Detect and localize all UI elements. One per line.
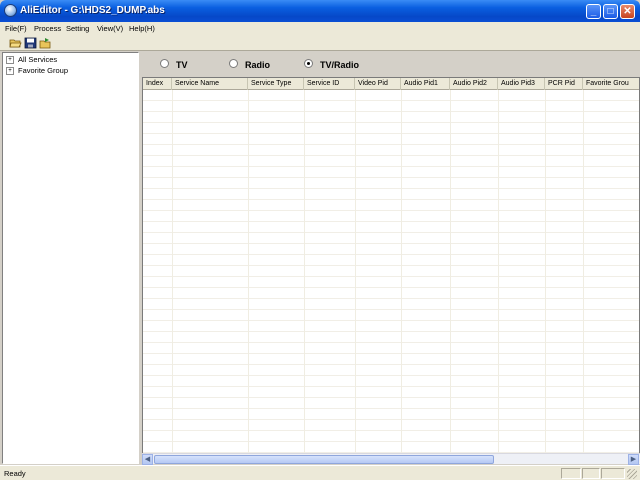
column-header-audio-pid1[interactable]: Audio Pid1 <box>401 78 450 90</box>
service-list[interactable]: Index Service Name Service Type Service … <box>142 77 640 454</box>
radio-unselected-icon <box>160 59 169 68</box>
expand-icon[interactable]: + <box>6 67 14 75</box>
menu-bar: File(F) Process Setting View(V) Help(H) <box>0 22 640 35</box>
grid-line <box>172 90 173 453</box>
column-header-service-type[interactable]: Service Type <box>248 78 304 90</box>
column-header-audio-pid2[interactable]: Audio Pid2 <box>450 78 498 90</box>
column-header-favorite-group[interactable]: Favorite Grou <box>583 78 639 90</box>
toolbar <box>0 35 640 51</box>
column-header-audio-pid3[interactable]: Audio Pid3 <box>498 78 545 90</box>
list-body[interactable] <box>143 90 639 453</box>
service-filter-group <box>142 52 640 77</box>
radio-tv-label: TV <box>176 60 188 70</box>
arrow-right-icon: ▶ <box>630 456 637 463</box>
menu-process[interactable]: Process <box>34 22 61 35</box>
radio-selected-icon <box>304 59 313 68</box>
tree-node-label: Favorite Group <box>18 66 69 75</box>
expand-icon[interactable]: + <box>6 56 14 64</box>
status-panel <box>561 468 581 479</box>
window-title: AliEditor - G:\HDS2_DUMP.abs <box>20 5 165 16</box>
horizontal-scrollbar[interactable]: ◀ ▶ <box>142 453 640 465</box>
grid-line <box>355 90 356 453</box>
tree-node-label: All Services <box>18 55 58 64</box>
close-button[interactable]: ✕ <box>620 4 635 19</box>
resize-grip-icon[interactable] <box>627 469 637 479</box>
column-header-index[interactable]: Index <box>143 78 172 90</box>
scrollbar-thumb[interactable] <box>154 455 494 464</box>
column-header-service-id[interactable]: Service ID <box>304 78 355 90</box>
menu-help[interactable]: Help(H) <box>129 22 155 35</box>
app-icon <box>4 4 17 17</box>
radio-tv-radio[interactable]: TV/Radio <box>304 59 359 71</box>
status-panel <box>601 468 625 479</box>
list-header: Index Service Name Service Type Service … <box>143 78 639 90</box>
arrow-left-icon: ◀ <box>144 456 151 463</box>
grid-line <box>583 90 584 453</box>
menu-view[interactable]: View(V) <box>97 22 123 35</box>
tree-node-favorite-group[interactable]: + Favorite Group <box>6 65 68 76</box>
save-icon[interactable] <box>24 37 37 49</box>
export-icon[interactable] <box>39 37 52 49</box>
maximize-icon: □ <box>607 6 614 17</box>
column-header-service-name[interactable]: Service Name <box>172 78 248 90</box>
radio-unselected-icon <box>229 59 238 68</box>
menu-file[interactable]: File(F) <box>5 22 27 35</box>
radio-tv-radio-label: TV/Radio <box>320 60 360 70</box>
column-header-video-pid[interactable]: Video Pid <box>355 78 401 90</box>
tree-pane[interactable]: + All Services + Favorite Group <box>2 52 139 464</box>
grid-line <box>450 90 451 453</box>
grid-line <box>498 90 499 453</box>
minimize-button[interactable]: _ <box>586 4 601 19</box>
grid-line <box>248 90 249 453</box>
minimize-icon: _ <box>590 6 597 17</box>
radio-tv[interactable]: TV <box>160 59 188 71</box>
status-bar: Ready <box>0 465 640 480</box>
status-text: Ready <box>4 469 26 478</box>
grid-line <box>304 90 305 453</box>
scroll-left-button[interactable]: ◀ <box>142 454 153 465</box>
radio-radio[interactable]: Radio <box>229 59 270 71</box>
radio-radio-label: Radio <box>245 60 271 70</box>
tree-node-all-services[interactable]: + All Services <box>6 54 57 65</box>
menu-setting[interactable]: Setting <box>66 22 89 35</box>
column-header-pcr-pid[interactable]: PCR Pid <box>545 78 583 90</box>
close-icon: ✕ <box>623 6 632 17</box>
grid-line <box>401 90 402 453</box>
grid-line <box>545 90 546 453</box>
maximize-button[interactable]: □ <box>603 4 618 19</box>
open-folder-icon[interactable] <box>9 37 22 49</box>
status-panel <box>582 468 600 479</box>
scroll-right-button[interactable]: ▶ <box>628 454 639 465</box>
